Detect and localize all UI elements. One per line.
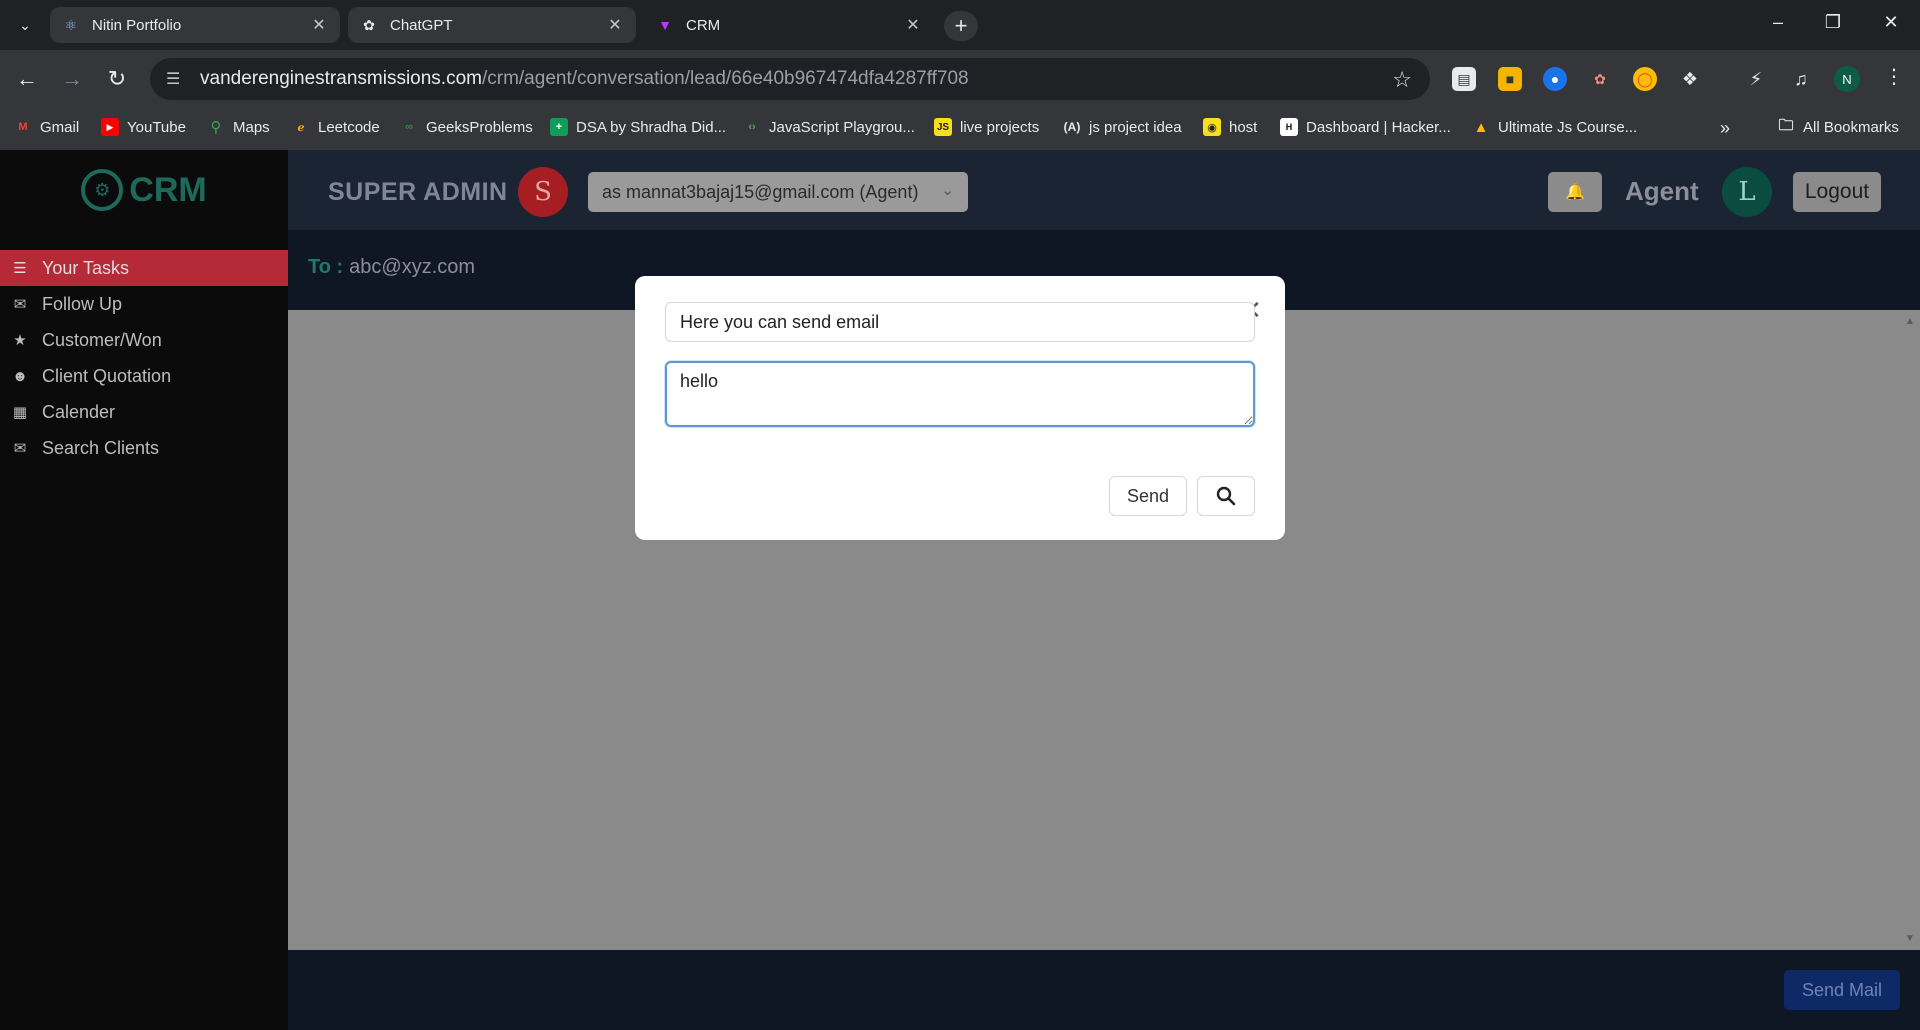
- scroll-up-icon[interactable]: ▲: [1905, 316, 1915, 327]
- tab-chatgpt[interactable]: ✿ ChatGPT ✕: [348, 7, 636, 43]
- send-mail-button[interactable]: Send Mail: [1784, 970, 1900, 1010]
- code-icon: ‹›: [748, 121, 756, 133]
- tab-crm[interactable]: ▼ CRM ✕: [644, 7, 934, 43]
- tab-search-chevron-icon[interactable]: ⌄: [14, 14, 36, 36]
- bookmark-leetcode[interactable]: ℯ Leetcode: [292, 118, 380, 136]
- chevron-down-icon: ⌄: [941, 182, 954, 199]
- crm-logo[interactable]: ⚙ CRM: [0, 150, 288, 230]
- extension-doc-icon[interactable]: ▤: [1452, 67, 1476, 91]
- user-icon: ☻: [12, 367, 28, 385]
- extension-cookie-icon[interactable]: ✿: [1588, 67, 1612, 91]
- bookmark-ultimate-js[interactable]: ▲ Ultimate Js Course...: [1472, 118, 1638, 136]
- bookmark-js-playground[interactable]: ‹› JavaScript Playgrou...: [743, 118, 915, 136]
- recipient-email: abc@xyz.com: [349, 256, 476, 278]
- crm-logo-icon: ⚙: [81, 169, 124, 211]
- reload-icon[interactable]: ↻: [102, 64, 132, 94]
- site-settings-icon[interactable]: ☰: [166, 69, 186, 89]
- gmail-icon: M: [18, 121, 28, 133]
- sidebar-item-search-clients[interactable]: ✉ Search Clients: [0, 430, 288, 466]
- email-body-textarea[interactable]: hello: [665, 361, 1255, 427]
- scrollbar[interactable]: ▲ ▼: [1900, 310, 1920, 950]
- logout-button[interactable]: Logout: [1793, 172, 1881, 212]
- close-icon[interactable]: ✕: [606, 15, 624, 35]
- bookmark-gmail[interactable]: M Gmail: [14, 118, 79, 136]
- tab-nitin-portfolio[interactable]: ⚛ Nitin Portfolio ✕: [50, 7, 340, 43]
- bookmark-youtube[interactable]: ▶ YouTube: [101, 118, 186, 136]
- restore-icon[interactable]: ❐: [1818, 12, 1848, 33]
- agent-label: Agent: [1625, 176, 1699, 206]
- send-button[interactable]: Send: [1109, 476, 1187, 516]
- search-button[interactable]: [1197, 476, 1255, 516]
- react-icon: ⚛: [64, 16, 78, 33]
- extension-folder-icon[interactable]: ■: [1498, 67, 1522, 91]
- email-subject-input[interactable]: [665, 302, 1255, 342]
- agent-select[interactable]: as mannat3bajaj15@gmail.com (Agent) ⌄: [588, 172, 968, 212]
- bookmark-maps[interactable]: ⚲ Maps: [207, 118, 270, 137]
- host-icon: ◉: [1203, 118, 1221, 136]
- sidebar-item-your-tasks[interactable]: ☰ Your Tasks: [0, 250, 288, 286]
- bell-icon: 🔔: [1565, 184, 1585, 201]
- sidebar-item-follow-up[interactable]: ✉ Follow Up: [0, 286, 288, 322]
- envelope-icon: ✉: [13, 296, 27, 313]
- all-bookmarks[interactable]: 🗀 All Bookmarks: [1777, 116, 1898, 136]
- sidebar: ⚙ CRM ☰ Your Tasks ✉ Follow Up ★ Custome…: [0, 150, 288, 1030]
- address-bar[interactable]: ☰ vanderenginestransmissions.com/crm/age…: [150, 58, 1430, 100]
- bookmark-live-projects[interactable]: JS live projects: [934, 118, 1039, 136]
- browser-toolbar: ← → ↻ ☰ vanderenginestransmissions.com/c…: [0, 50, 1920, 108]
- profile-avatar[interactable]: N: [1834, 66, 1860, 92]
- bookmarks-overflow-icon[interactable]: »: [1720, 118, 1730, 139]
- sidebar-menu: ☰ Your Tasks ✉ Follow Up ★ Customer/Won …: [0, 250, 288, 466]
- folder-icon: 🗀: [1778, 116, 1794, 134]
- js-icon: JS: [934, 118, 952, 136]
- scroll-down-icon[interactable]: ▼: [1905, 933, 1915, 944]
- star-icon: ★: [13, 332, 27, 349]
- send-email-modal: ✕ hello Send: [635, 276, 1285, 540]
- admin-avatar[interactable]: S: [518, 167, 568, 217]
- media-controls-icon[interactable]: ♫: [1789, 67, 1813, 91]
- tasks-icon: ☰: [13, 260, 27, 277]
- vite-icon: ▼: [658, 17, 672, 33]
- calendar-icon: ▦: [12, 404, 28, 421]
- maps-icon: ⚲: [210, 119, 222, 136]
- back-icon[interactable]: ←: [12, 64, 42, 94]
- close-icon[interactable]: ✕: [310, 15, 328, 35]
- extension-color-icon[interactable]: ◯: [1633, 67, 1657, 91]
- bookmarks-bar: M Gmail ▶ YouTube ⚲ Maps ℯ Leetcode ∞ GeeksPr…: [0, 108, 1920, 150]
- search-icon: [1216, 486, 1236, 506]
- app-topbar: SUPER ADMIN S as mannat3bajaj15@gmail.co…: [288, 150, 1920, 230]
- envelope-icon: ✉: [13, 440, 27, 457]
- bookmark-js-project-idea[interactable]: (A) js project idea: [1063, 118, 1182, 136]
- window-close-icon[interactable]: ✕: [1876, 12, 1906, 33]
- recipient-line: To : abc@xyz.com: [308, 256, 476, 278]
- sheets-icon: +: [550, 118, 568, 136]
- sidebar-item-customer-won[interactable]: ★ Customer/Won: [0, 322, 288, 358]
- role-title: SUPER ADMIN: [328, 178, 508, 206]
- sidebar-item-calender[interactable]: ▦ Calender: [0, 394, 288, 430]
- drive-icon: ▲: [1473, 118, 1489, 136]
- new-tab-button[interactable]: +: [944, 11, 978, 41]
- sidebar-item-client-quotation[interactable]: ☻ Client Quotation: [0, 358, 288, 394]
- angular-icon: (A): [1063, 120, 1081, 134]
- minimize-icon[interactable]: –: [1763, 12, 1793, 33]
- extensions-puzzle-icon[interactable]: ❖: [1678, 67, 1702, 91]
- notifications-button[interactable]: 🔔: [1548, 172, 1602, 212]
- bookmark-dsa-shradha[interactable]: + DSA by Shradha Did...: [550, 118, 726, 136]
- forward-icon[interactable]: →: [57, 64, 87, 94]
- bookmark-geeksproblems[interactable]: ∞ GeeksProblems: [400, 118, 533, 136]
- performance-icon[interactable]: ⚡: [1744, 67, 1768, 91]
- leetcode-icon: ℯ: [297, 121, 305, 134]
- bookmark-host[interactable]: ◉ host: [1203, 118, 1257, 136]
- browser-menu-icon[interactable]: ⋮: [1884, 64, 1904, 89]
- bookmark-star-icon[interactable]: ☆: [1392, 67, 1412, 93]
- close-icon[interactable]: ✕: [904, 15, 922, 35]
- bookmark-hackerrank[interactable]: H Dashboard | Hacker...: [1280, 118, 1451, 136]
- extension-edge-icon[interactable]: ●: [1543, 67, 1567, 91]
- agent-avatar[interactable]: L: [1722, 167, 1772, 217]
- openai-icon: ✿: [363, 16, 375, 33]
- browser-tabstrip: ⌄ ⚛ Nitin Portfolio ✕ ✿ ChatGPT ✕ ▼ CRM …: [0, 0, 1920, 50]
- youtube-icon: ▶: [101, 118, 119, 136]
- hackerrank-icon: H: [1280, 118, 1298, 136]
- compose-footer: Send Mail: [288, 950, 1920, 1030]
- gfg-icon: ∞: [405, 121, 413, 133]
